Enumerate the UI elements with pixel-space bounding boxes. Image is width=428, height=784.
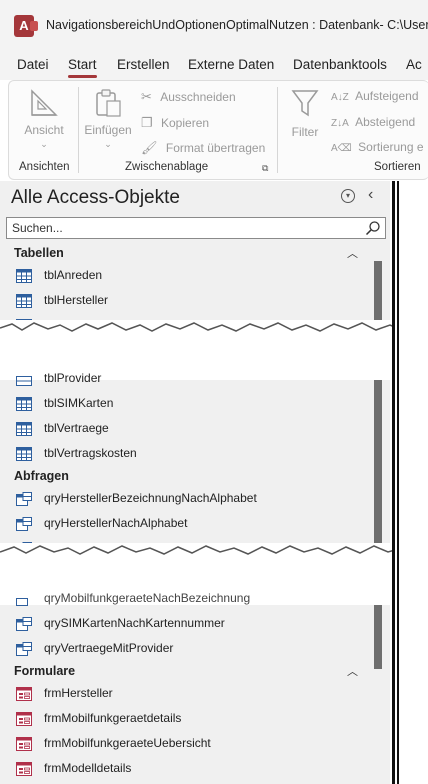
remove-sort-button[interactable]: A⌫ Sortierung e <box>331 140 424 154</box>
filter-button[interactable]: Filter <box>285 87 325 139</box>
nav-item-label: qryHerstellerBezeichnungNachAlphabet <box>44 491 257 505</box>
table-icon <box>16 269 32 283</box>
nav-item-label: qryHerstellerNachAlphabet <box>44 516 188 530</box>
divider <box>78 87 79 173</box>
query-icon <box>16 492 32 506</box>
search-placeholder: Suchen... <box>12 221 63 235</box>
filter-icon <box>291 90 319 117</box>
form-icon <box>16 762 32 776</box>
nav-item-label: frmHersteller <box>44 686 113 700</box>
filter-label: Filter <box>291 125 319 139</box>
format-painter-icon: 🖌 <box>141 140 158 155</box>
collapse-section-icon[interactable]: ︿ <box>347 245 358 261</box>
table-icon <box>16 397 32 411</box>
ribbon: Ansicht ⌄ Einfügen ⌄ ✂ Ausschneiden ❐ Ko… <box>8 80 428 180</box>
einfuegen-label: Einfügen <box>84 123 132 137</box>
sort-az-icon: A↓Z <box>331 92 349 103</box>
collapse-section-icon[interactable]: ︿ <box>347 663 358 679</box>
nav-item-label: tblProvider <box>44 371 102 385</box>
tab-start[interactable]: Start <box>68 57 97 78</box>
section-header-tabellen[interactable]: Tabellen <box>14 246 64 260</box>
query-icon <box>16 598 28 606</box>
dialog-launcher-icon[interactable]: ⧉ <box>262 163 268 174</box>
copy-label: Kopieren <box>161 116 210 130</box>
group-label-zwischenablage: Zwischenablage <box>125 161 209 173</box>
nav-pane-title[interactable]: Alle Access-Objekte <box>11 187 180 209</box>
navigation-pane: Alle Access-Objekte ▾ ‹ Suchen... Tabell… <box>0 181 428 784</box>
einfuegen-button[interactable]: Einfügen ⌄ <box>83 87 133 150</box>
nav-item-label: qryVertraegeMitProvider <box>44 641 174 655</box>
nav-item-label: tblAnreden <box>44 268 103 282</box>
form-icon <box>16 687 32 701</box>
chevron-down-icon: ⌄ <box>104 139 112 149</box>
chevron-down-icon: ⌄ <box>40 139 48 149</box>
nav-item-label: qrySIMKartenNachKartennummer <box>44 616 225 630</box>
access-app-icon[interactable]: A <box>14 15 38 37</box>
group-label-sortieren: Sortieren <box>374 161 421 173</box>
remove-sort-label: Sortierung e <box>358 140 424 154</box>
group-label-ansichten: Ansichten <box>19 161 70 173</box>
scrollbar-thumb[interactable] <box>374 371 382 546</box>
divider <box>397 181 399 784</box>
nav-item-label: frmMobilfunkgeraetdetails <box>44 711 182 725</box>
form-icon <box>16 712 32 726</box>
copy-button[interactable]: ❐ Kopieren <box>141 115 209 131</box>
tab-datei[interactable]: Datei <box>17 57 49 72</box>
query-icon <box>16 642 32 656</box>
query-icon <box>16 517 32 531</box>
table-icon <box>16 447 32 461</box>
scissors-icon: ✂ <box>141 89 152 104</box>
tab-datenbanktools[interactable]: Datenbanktools <box>293 57 387 72</box>
format-painter-label: Format übertragen <box>165 141 266 155</box>
query-icon <box>16 617 32 631</box>
nav-item-label: tblHersteller <box>44 293 109 307</box>
remove-sort-icon: A⌫ <box>331 143 352 154</box>
divider <box>392 181 395 784</box>
sort-ascending-label: Aufsteigend <box>355 89 419 103</box>
collapse-pane-icon[interactable]: ‹ <box>368 186 373 204</box>
section-header-formulare[interactable]: Formulare <box>14 664 75 678</box>
tab-more[interactable]: Ac <box>406 57 422 72</box>
table-icon <box>16 294 32 308</box>
paste-icon <box>96 89 121 117</box>
copy-icon: ❐ <box>141 115 153 130</box>
sort-za-icon: Z↓A <box>331 118 349 129</box>
tab-externe-daten[interactable]: Externe Daten <box>188 57 274 72</box>
format-painter-button[interactable]: 🖌 Format übertragen <box>141 140 265 156</box>
linked-table-icon <box>16 376 32 386</box>
window-title: NavigationsbereichUndOptionenOptimalNutz… <box>46 18 428 32</box>
divider <box>277 87 278 173</box>
sort-ascending-button[interactable]: A↓Z Aufsteigend <box>331 89 419 103</box>
cut-button[interactable]: ✂ Ausschneiden <box>141 89 236 105</box>
section-header-abfragen[interactable]: Abfragen <box>14 469 69 483</box>
cut-label: Ausschneiden <box>160 90 236 104</box>
nav-item-label: frmModelldetails <box>44 761 132 775</box>
nav-menu-dropdown-icon[interactable]: ▾ <box>341 189 355 203</box>
nav-item-label: qryMobilfunkgeraeteNachBezeichnung <box>44 591 251 605</box>
ansicht-label: Ansicht <box>24 123 64 137</box>
design-view-icon <box>31 89 58 116</box>
nav-item-label: tblSIMKarten <box>44 396 114 410</box>
workspace-edge <box>392 181 428 784</box>
search-icon[interactable] <box>365 220 381 236</box>
nav-item-label: tblVertraege <box>44 421 109 435</box>
sort-descending-button[interactable]: Z↓A Absteigend <box>331 115 415 129</box>
nav-item-label: tblVertragskosten <box>44 446 137 460</box>
form-icon <box>16 737 32 751</box>
table-icon <box>16 422 32 436</box>
sort-descending-label: Absteigend <box>355 115 416 129</box>
ribbon-tabs: Datei Start Erstellen Externe Daten Date… <box>0 50 428 80</box>
nav-search-input[interactable]: Suchen... <box>6 217 386 239</box>
tab-erstellen[interactable]: Erstellen <box>117 57 170 72</box>
title-bar: A NavigationsbereichUndOptionenOptimalNu… <box>0 0 428 50</box>
nav-item-label: frmMobilfunkgeraeteUebersicht <box>44 736 211 750</box>
ansicht-button[interactable]: Ansicht ⌄ <box>21 87 67 150</box>
